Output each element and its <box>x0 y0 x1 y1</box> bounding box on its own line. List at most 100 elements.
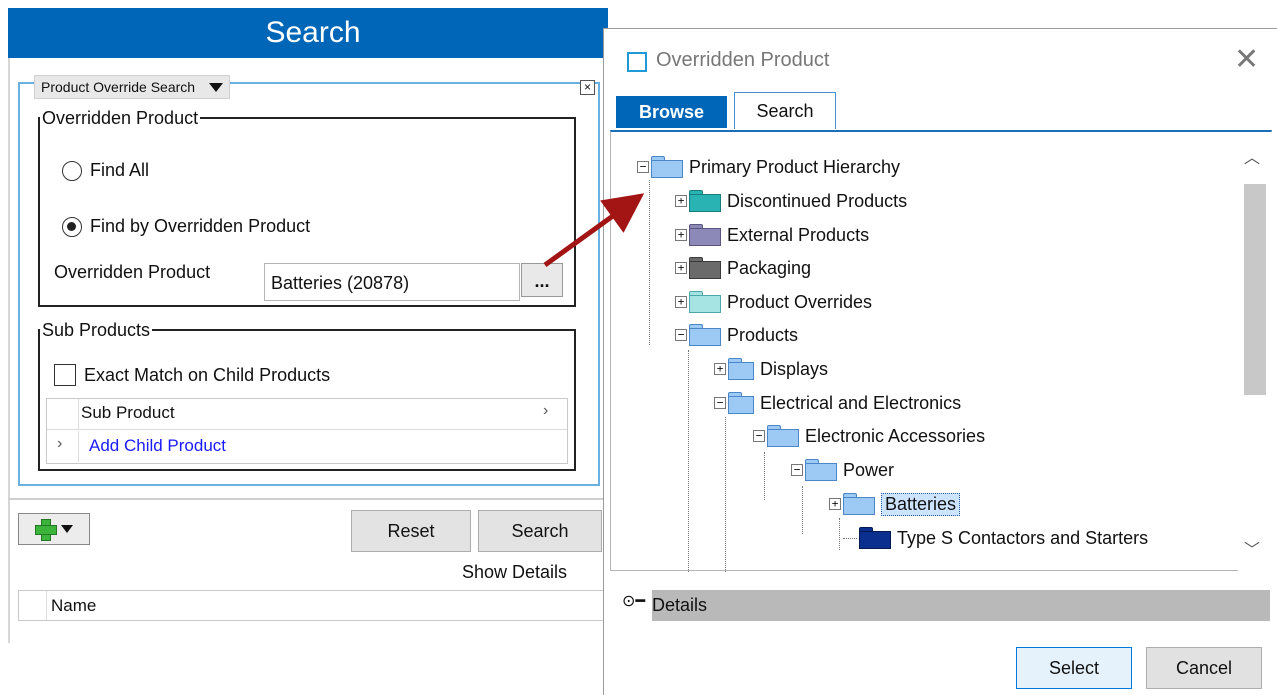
tree-node-label: Displays <box>760 358 829 379</box>
tree-node-root[interactable]: − Primary Product Hierarchy <box>637 153 900 181</box>
tree-node-label: Packaging <box>727 257 812 278</box>
tree-node-accessories[interactable]: − Electronic Accessories <box>753 422 985 450</box>
search-type-dropdown[interactable]: Product Override Search <box>34 75 231 99</box>
tree-node-electrical[interactable]: − Electrical and Electronics <box>714 389 961 417</box>
results-grid: Name <box>18 590 608 621</box>
expand-icon[interactable]: + <box>829 498 841 510</box>
expand-icon[interactable]: + <box>675 195 687 207</box>
find-by-radio[interactable] <box>62 216 82 237</box>
tree-connector <box>725 417 726 572</box>
sub-product-column-header[interactable]: Sub Product <box>81 403 175 423</box>
tree-connector <box>802 486 803 534</box>
plus-icon <box>35 519 57 541</box>
tree-node-label: Power <box>843 459 895 480</box>
tree-node-products[interactable]: − Products <box>675 321 798 349</box>
tree-node-label: Type S Contactors and Starters <box>897 527 1149 548</box>
find-all-option[interactable]: Find All <box>62 160 149 181</box>
collapse-icon[interactable]: − <box>675 329 687 341</box>
collapse-icon[interactable]: − <box>753 430 765 442</box>
exact-match-label: Exact Match on Child Products <box>84 364 331 385</box>
name-column-header[interactable]: Name <box>51 596 96 616</box>
grid-header-row: Sub Product › <box>47 399 567 430</box>
search-type-label: Product Override Search <box>41 79 196 95</box>
tab-browse[interactable]: Browse <box>616 96 727 128</box>
folder-icon <box>728 358 754 380</box>
row-header-cell: › <box>47 431 79 462</box>
exact-match-checkbox[interactable] <box>54 364 76 386</box>
key-icon[interactable]: ⊙━ <box>622 591 645 611</box>
panel-border <box>8 58 10 643</box>
exact-match-option[interactable]: Exact Match on Child Products <box>54 364 330 386</box>
chevron-up-icon[interactable]: ︿ <box>1244 144 1260 168</box>
tree-node-power[interactable]: − Power <box>791 456 894 484</box>
collapse-icon[interactable]: − <box>714 397 726 409</box>
close-icon[interactable]: ✕ <box>1234 45 1259 75</box>
panel-divider <box>8 498 608 500</box>
folder-icon <box>689 291 721 313</box>
window-icon <box>627 52 647 72</box>
vertical-scrollbar[interactable]: ︿ ﹀ <box>1238 132 1273 571</box>
folder-icon <box>651 156 683 178</box>
collapse-icon[interactable]: − <box>637 161 649 173</box>
collapse-icon[interactable]: − <box>791 464 803 476</box>
reset-button[interactable]: Reset <box>351 510 471 552</box>
tree-node-overrides[interactable]: + Product Overrides <box>675 288 872 316</box>
chevron-right-icon: › <box>57 435 63 452</box>
chevron-right-icon[interactable]: › <box>543 402 548 420</box>
close-icon[interactable]: × <box>580 80 595 95</box>
row-header-cell <box>47 399 79 429</box>
folder-icon <box>843 493 875 515</box>
expand-icon[interactable]: + <box>675 229 687 241</box>
folder-icon <box>689 190 721 212</box>
folder-icon <box>728 392 754 414</box>
search-panel: Search Product Override Search × Overrid… <box>0 0 612 695</box>
tree-node-label: Products <box>727 324 799 345</box>
tree-node-label: Primary Product Hierarchy <box>689 156 901 177</box>
tab-search[interactable]: Search <box>734 92 836 129</box>
select-button[interactable]: Select <box>1016 647 1132 689</box>
tree-node-displays[interactable]: + Displays <box>714 355 828 383</box>
chevron-down-icon <box>209 82 224 92</box>
search-panel-title: Search <box>8 8 608 58</box>
tree-connector <box>764 452 765 500</box>
add-child-product-link[interactable]: Add Child Product <box>89 436 226 456</box>
tree-node-label: External Products <box>727 224 870 245</box>
tree-node-contactors[interactable]: Type S Contactors and Starters <box>843 524 1148 552</box>
search-title-text: Search <box>265 16 361 49</box>
overridden-product-input[interactable]: Batteries (20878) <box>264 263 520 301</box>
add-menu-button[interactable] <box>18 513 90 545</box>
overridden-product-dialog: Overridden Product ✕ Browse Search − Pri… <box>603 28 1277 695</box>
sub-products-legend: Sub Products <box>42 320 151 340</box>
dialog-title: Overridden Product <box>656 49 830 71</box>
tree-node-packaging[interactable]: + Packaging <box>675 254 811 282</box>
details-section-header[interactable]: Details <box>652 590 1270 621</box>
tree-connector <box>688 350 689 572</box>
expand-icon[interactable]: + <box>675 296 687 308</box>
search-button[interactable]: Search <box>478 510 602 552</box>
find-by-option[interactable]: Find by Overridden Product <box>62 216 310 237</box>
scroll-thumb[interactable] <box>1244 184 1266 395</box>
overridden-product-legend: Overridden Product <box>42 108 199 128</box>
folder-icon <box>859 527 891 549</box>
chevron-down-icon[interactable]: ﹀ <box>1244 536 1260 560</box>
folder-icon <box>689 224 721 246</box>
tree-node-discontinued[interactable]: + Discontinued Products <box>675 187 907 215</box>
tree-node-external[interactable]: + External Products <box>675 221 869 249</box>
tree-connector <box>649 180 650 345</box>
cancel-button[interactable]: Cancel <box>1146 647 1262 689</box>
tree-node-batteries[interactable]: + Batteries <box>829 490 961 518</box>
tree-connector <box>843 537 857 539</box>
find-all-label: Find All <box>90 160 150 180</box>
find-all-radio[interactable] <box>62 160 82 181</box>
browse-product-button[interactable]: ... <box>521 263 563 297</box>
tree-node-label-selected: Batteries <box>881 492 961 516</box>
add-child-row: › Add Child Product <box>47 431 567 462</box>
tree-node-label: Electronic Accessories <box>805 425 986 446</box>
find-by-label: Find by Overridden Product <box>90 216 311 236</box>
expand-icon[interactable]: + <box>714 363 726 375</box>
tree-node-label: Electrical and Electronics <box>760 392 962 413</box>
chevron-down-icon <box>61 525 73 533</box>
tree-node-label: Product Overrides <box>727 291 873 312</box>
expand-icon[interactable]: + <box>675 262 687 274</box>
show-details-link[interactable]: Show Details <box>462 562 567 583</box>
